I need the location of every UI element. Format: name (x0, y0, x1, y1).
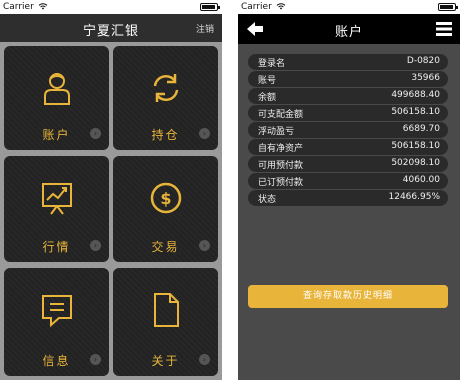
chart-board-icon (42, 183, 72, 215)
field-label: 账号 (258, 76, 277, 86)
field-label: 自有净资产 (258, 144, 304, 154)
message-icon (42, 295, 72, 328)
tile-account[interactable]: 账户 › (4, 46, 109, 150)
field-label: 已订预付款 (258, 178, 304, 188)
page-title: 宁夏汇银 (82, 24, 139, 39)
field-value: 35966 (411, 73, 440, 83)
field-value: 499688.40 (391, 90, 440, 100)
field-value: D-0820 (406, 56, 440, 66)
field-label: 可支配金额 (258, 110, 304, 120)
list-item: 浮动盈亏 6689.70 (248, 122, 448, 138)
field-label: 状态 (258, 195, 277, 205)
list-item: 余额 499688.40 (248, 88, 448, 104)
list-item: 登录名 D-0820 (248, 54, 448, 70)
field-label: 浮动盈亏 (258, 127, 295, 137)
chevron-right-icon: › (90, 354, 101, 365)
tile-trade[interactable]: $ 交易 › (113, 156, 218, 262)
nav-bar: 账户 (238, 14, 460, 44)
account-info-list: 登录名 D-0820 账号 35966 余额 499688.40 可支配金额 50615… (248, 54, 448, 207)
chevron-right-icon: › (199, 128, 210, 139)
field-label: 可用预付款 (258, 161, 304, 171)
dollar-coin-icon: $ (150, 182, 182, 214)
chevron-right-icon: › (199, 354, 210, 365)
refresh-icon (153, 74, 179, 102)
field-value: 506158.10 (391, 107, 440, 117)
list-item: 自有净资产 506158.10 (248, 139, 448, 155)
field-value: 502098.10 (391, 158, 440, 168)
wifi-icon (276, 3, 286, 10)
chevron-right-icon: › (199, 240, 210, 251)
wifi-icon (38, 3, 48, 10)
field-label: 余额 (258, 93, 277, 103)
status-bar: Carrier (238, 0, 460, 14)
field-value: 506158.10 (391, 141, 440, 151)
battery-icon (200, 3, 220, 11)
carrier-label: Carrier (241, 2, 272, 12)
battery-icon (438, 3, 458, 11)
person-icon (44, 73, 70, 105)
tile-market[interactable]: 行情 › (4, 156, 109, 262)
list-item: 可用预付款 502098.10 (248, 156, 448, 172)
svg-text:$: $ (160, 189, 171, 208)
field-label: 登录名 (258, 59, 286, 69)
list-item: 账号 35966 (248, 71, 448, 87)
field-value: 12466.95% (388, 192, 441, 202)
list-item: 已订预付款 4060.00 (248, 173, 448, 189)
field-value: 4060.00 (402, 175, 440, 185)
logout-button[interactable]: 注销 (196, 22, 214, 35)
tile-info[interactable]: 信息 › (4, 268, 109, 376)
nav-bar: 宁夏汇银 注销 (0, 14, 222, 42)
tile-positions[interactable]: 持仓 › (113, 46, 218, 150)
list-item: 可支配金额 506158.10 (248, 105, 448, 121)
chevron-right-icon: › (90, 240, 101, 251)
document-icon (154, 293, 179, 327)
field-value: 6689.70 (402, 124, 440, 134)
chevron-right-icon: › (90, 128, 101, 139)
list-item: 状态 12466.95% (248, 190, 448, 206)
home-screen: Carrier 宁夏汇银 注销 账户 › 持仓 › 行情 › $ 交易 › 信息… (0, 0, 222, 380)
status-bar: Carrier (0, 0, 222, 14)
tile-about[interactable]: 关于 › (113, 268, 218, 376)
account-screen: Carrier 账户 登录名 D-0820 账号 35966 余额 499688.40… (238, 0, 460, 380)
page-title: 账户 (334, 25, 363, 40)
query-history-button[interactable]: 查询存取款历史明细 (248, 285, 448, 308)
carrier-label: Carrier (3, 2, 34, 12)
menu-grid: 账户 › 持仓 › 行情 › $ 交易 › 信息 › 关于 › (0, 42, 222, 380)
hamburger-menu-icon[interactable] (436, 22, 452, 36)
